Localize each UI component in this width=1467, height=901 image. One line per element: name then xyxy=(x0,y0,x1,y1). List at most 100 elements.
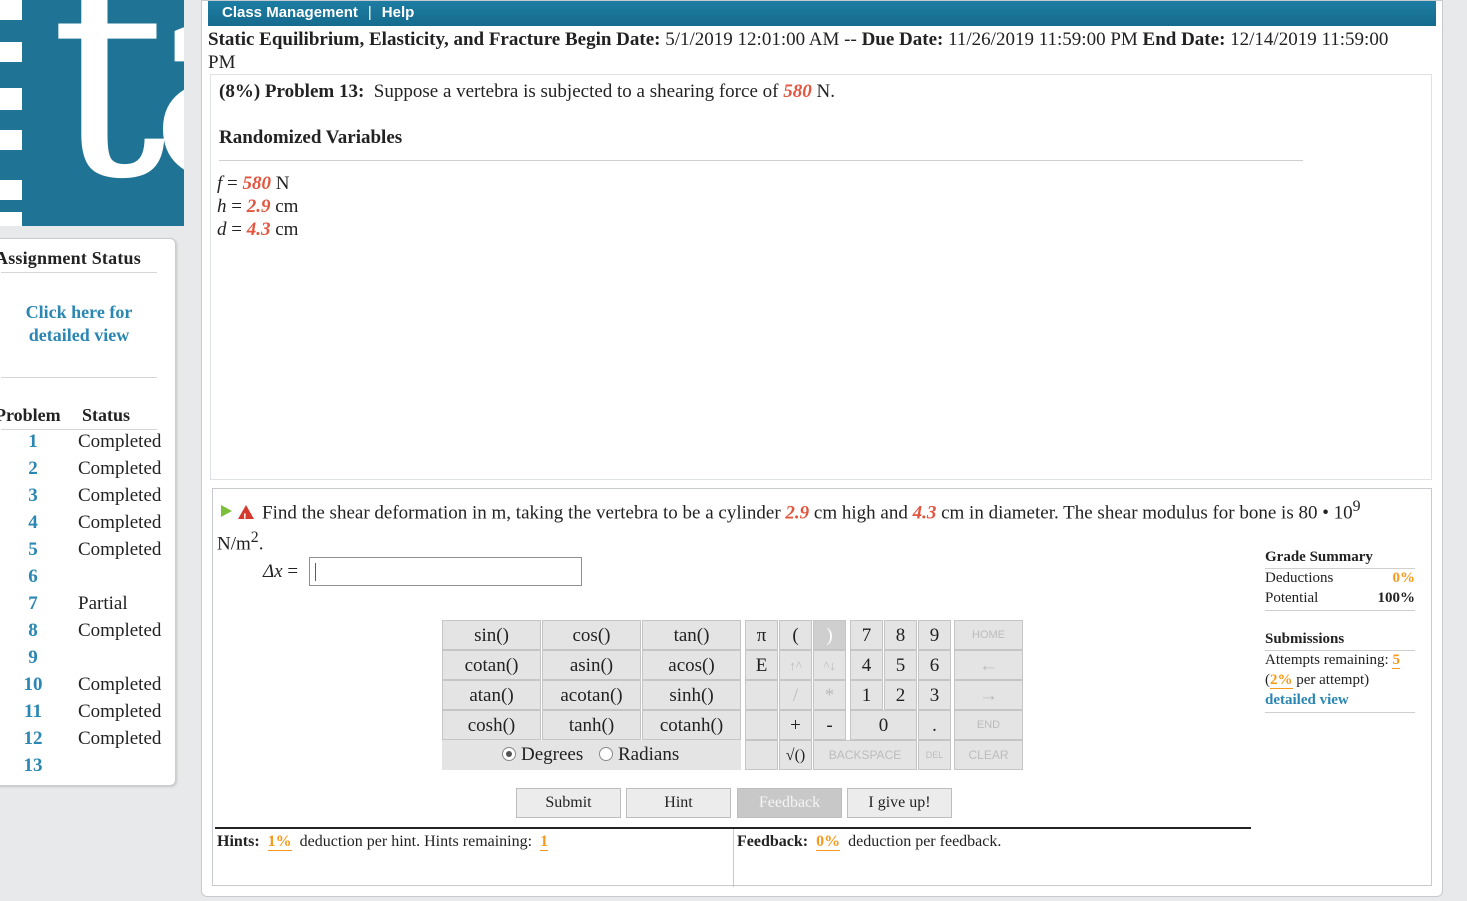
hints-info: Hints: 1% deduction per hint. Hints rema… xyxy=(217,833,549,851)
function-button[interactable]: sinh() xyxy=(642,680,741,710)
problem-number-link[interactable]: 4 xyxy=(15,512,51,534)
key-e[interactable]: E xyxy=(745,650,778,680)
answer-input[interactable] xyxy=(309,557,582,586)
function-button[interactable]: tan() xyxy=(642,620,741,650)
problem-number-link[interactable]: 1 xyxy=(15,431,51,453)
due-date-value: 11/26/2019 11:59:00 PM xyxy=(948,29,1138,50)
attempts-remaining: Attempts remaining: 5 xyxy=(1265,652,1400,669)
key-end[interactable]: END xyxy=(954,710,1023,740)
problem-number-link[interactable]: 9 xyxy=(15,647,51,669)
problem-number-link[interactable]: 3 xyxy=(15,485,51,507)
problem-row[interactable]: 8 Completed xyxy=(0,620,171,647)
key-minus[interactable]: - xyxy=(813,710,846,740)
logo: ta xyxy=(0,0,184,226)
key-up-power[interactable]: ↑^ xyxy=(779,650,812,680)
problem-row[interactable]: 7 Partial xyxy=(0,593,171,620)
key-down-power[interactable]: ^↓ xyxy=(813,650,846,680)
problem-row[interactable]: 5 Completed xyxy=(0,539,171,566)
problem-row[interactable]: 1 Completed xyxy=(0,431,171,458)
key-6[interactable]: 6 xyxy=(918,650,951,680)
problem-row[interactable]: 10 Completed xyxy=(0,674,171,701)
problem-row[interactable]: 9 xyxy=(0,647,171,674)
problem-row[interactable]: 6 xyxy=(0,566,171,593)
give-up-button[interactable]: I give up! xyxy=(847,788,952,818)
problem-text-before: Suppose a vertebra is subjected to a she… xyxy=(373,81,779,102)
hint-button[interactable]: Hint xyxy=(626,788,731,818)
key-2[interactable]: 2 xyxy=(884,680,917,710)
function-button[interactable]: cos() xyxy=(542,620,641,650)
key-backspace[interactable]: BACKSPACE xyxy=(813,740,917,770)
detailed-view-link[interactable]: Click here for detailed view xyxy=(1,301,157,347)
key-left-arrow[interactable]: ← xyxy=(954,650,1023,680)
key-0[interactable]: 0 xyxy=(850,710,917,740)
problem-row[interactable]: 11 Completed xyxy=(0,701,171,728)
col-problem-header: Problem xyxy=(0,405,61,425)
key-del[interactable]: DEL xyxy=(918,740,951,770)
part-text-6: . xyxy=(258,533,264,555)
deductions-value: 0% xyxy=(1392,570,1416,586)
radians-radio[interactable] xyxy=(599,747,613,761)
key-5[interactable]: 5 xyxy=(884,650,917,680)
problem-number-link[interactable]: 2 xyxy=(15,458,51,480)
key-dot[interactable]: . xyxy=(918,710,951,740)
submit-button[interactable]: Submit xyxy=(516,788,621,818)
key-lparen[interactable]: ( xyxy=(779,620,812,650)
problem-row[interactable]: 2 Completed xyxy=(0,458,171,485)
due-date-label: Due Date: xyxy=(861,29,944,50)
function-button[interactable]: acos() xyxy=(642,650,741,680)
key-rparen[interactable]: ) xyxy=(813,620,846,650)
key-plus[interactable]: + xyxy=(779,710,812,740)
key-sqrt[interactable]: √() xyxy=(779,740,812,770)
problem-row[interactable]: 12 Completed xyxy=(0,728,171,755)
problem-number-link[interactable]: 6 xyxy=(15,566,51,588)
part-text-1: Find the shear deformation in m, taking … xyxy=(262,502,781,524)
problem-number-link[interactable]: 7 xyxy=(15,593,51,615)
submissions-detailed-view-link[interactable]: detailed view xyxy=(1265,692,1349,709)
key-right-arrow[interactable]: → xyxy=(954,680,1023,710)
function-button[interactable]: acotan() xyxy=(542,680,641,710)
key-8[interactable]: 8 xyxy=(884,620,917,650)
degrees-radio[interactable] xyxy=(502,747,516,761)
problem-number-link[interactable]: 11 xyxy=(15,701,51,723)
exponent-2: 2 xyxy=(250,529,259,547)
key-7[interactable]: 7 xyxy=(850,620,883,650)
function-button[interactable]: tanh() xyxy=(542,710,641,740)
function-button[interactable]: cotan() xyxy=(442,650,541,680)
problem-number-link[interactable]: 10 xyxy=(15,674,51,696)
key-1[interactable]: 1 xyxy=(850,680,883,710)
function-button[interactable]: cotanh() xyxy=(642,710,741,740)
function-button[interactable]: atan() xyxy=(442,680,541,710)
hint-deduction: 1% xyxy=(267,833,292,851)
key-home[interactable]: HOME xyxy=(954,620,1023,650)
problem-label: Problem 13: xyxy=(264,81,365,102)
problem-row[interactable]: 3 Completed xyxy=(0,485,171,512)
submissions-title: Submissions xyxy=(1265,631,1345,647)
part-text-5: N/m xyxy=(217,533,251,555)
key-clear[interactable]: CLEAR xyxy=(954,740,1023,770)
function-button[interactable]: sin() xyxy=(442,620,541,650)
problem-number-link[interactable]: 13 xyxy=(15,755,51,777)
problem-row[interactable]: 13 xyxy=(0,755,171,782)
feedback-button[interactable]: Feedback xyxy=(737,788,842,818)
class-management-link[interactable]: Class Management xyxy=(222,4,358,21)
key-4[interactable]: 4 xyxy=(850,650,883,680)
key-slash[interactable]: / xyxy=(779,680,812,710)
function-button[interactable]: cosh() xyxy=(442,710,541,740)
key-9[interactable]: 9 xyxy=(918,620,951,650)
angle-mode-row: Degrees Radians xyxy=(442,740,741,770)
key-3[interactable]: 3 xyxy=(918,680,951,710)
key-star[interactable]: * xyxy=(813,680,846,710)
grade-summary-title: Grade Summary xyxy=(1265,549,1373,565)
function-button[interactable]: asin() xyxy=(542,650,641,680)
problem-number-link[interactable]: 12 xyxy=(15,728,51,750)
status-title: Assignment Status xyxy=(0,248,141,268)
problem-row[interactable]: 4 Completed xyxy=(0,512,171,539)
problem-weight: (8%) xyxy=(219,81,261,102)
key-pi[interactable]: π xyxy=(745,620,778,650)
problem-number-link[interactable]: 5 xyxy=(15,539,51,561)
problem-status: Completed xyxy=(78,620,162,641)
help-link[interactable]: Help xyxy=(382,4,415,21)
problem-number-link[interactable]: 8 xyxy=(15,620,51,642)
play-icon[interactable] xyxy=(221,505,232,518)
key-blank-1 xyxy=(745,680,778,710)
